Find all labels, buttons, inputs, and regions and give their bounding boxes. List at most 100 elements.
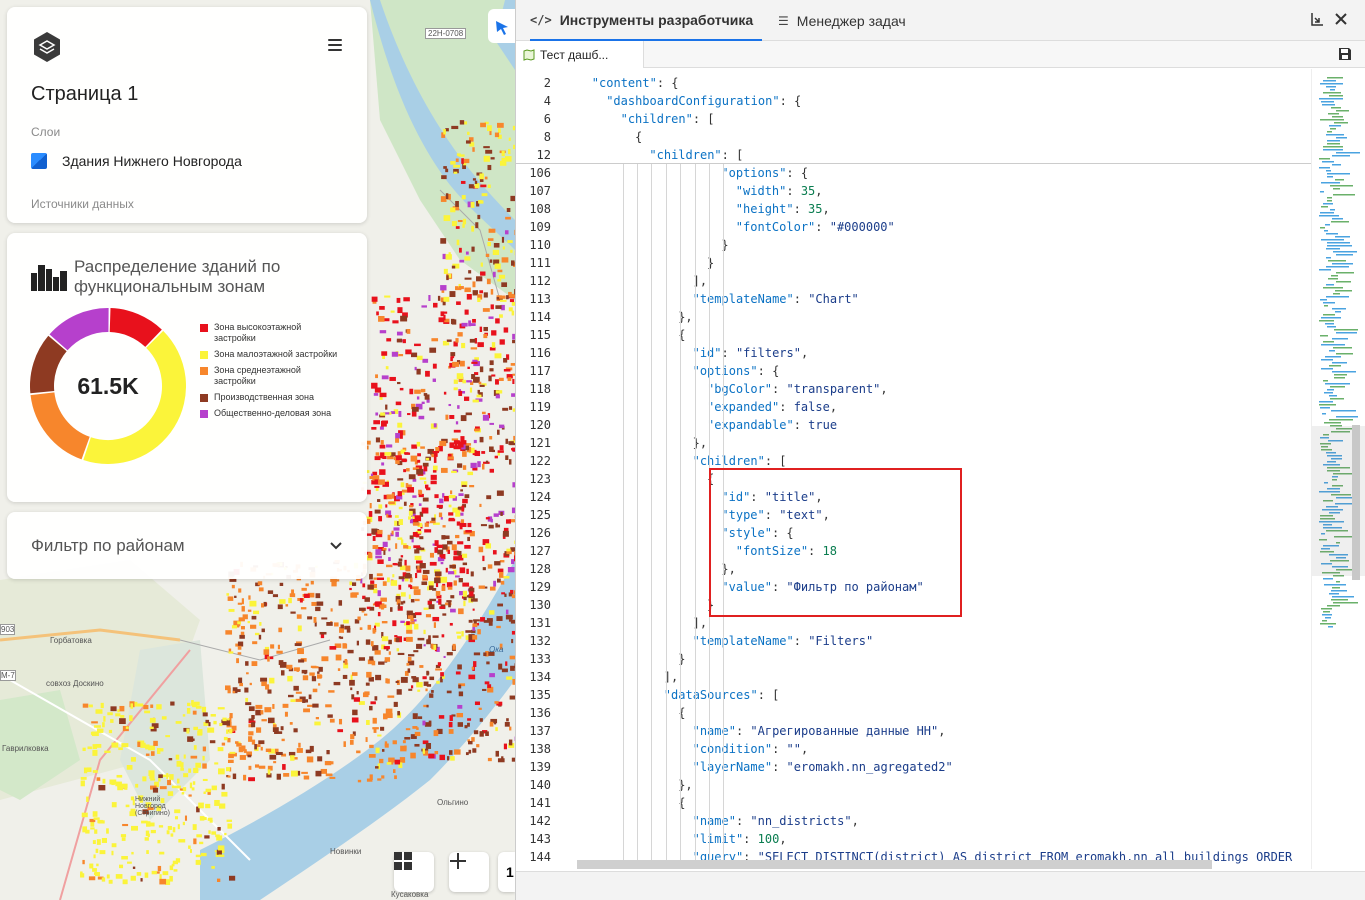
- code-line[interactable]: 133}: [516, 650, 1311, 668]
- file-tab-label: Тест дашб...: [540, 47, 609, 62]
- file-tab[interactable]: Тест дашб...: [516, 41, 644, 68]
- code-line[interactable]: 121},: [516, 434, 1311, 452]
- code-line[interactable]: 111}: [516, 254, 1311, 272]
- code-text: "dashboardConfiguration": {: [606, 94, 802, 108]
- code-line[interactable]: 12 "children": [: [516, 146, 1311, 164]
- code-line[interactable]: 112],: [516, 272, 1311, 290]
- data-sources-label[interactable]: Источники данных: [31, 197, 134, 211]
- code-line[interactable]: 132 "templateName": "Filters": [516, 632, 1311, 650]
- code-text: "options": {: [692, 364, 780, 378]
- line-number: 127: [529, 544, 551, 558]
- chevron-down-icon[interactable]: [330, 539, 342, 551]
- chart-title: Распределение зданий по функциональным з…: [74, 257, 281, 296]
- code-text: "bgColor": "transparent",: [707, 382, 888, 396]
- horizontal-scrollbar[interactable]: [577, 860, 1212, 869]
- line-number: 139: [529, 760, 551, 774]
- line-number: 134: [529, 670, 551, 684]
- line-number: 117: [529, 364, 551, 378]
- code-line[interactable]: 108 "height": 35,: [516, 200, 1311, 218]
- code-icon: </>: [530, 12, 552, 27]
- sticky-scroll-header[interactable]: 2 "content": {4 "dashboardConfiguration": …: [516, 69, 1311, 164]
- line-number: 122: [529, 454, 551, 468]
- zoom-in-button[interactable]: [449, 852, 489, 892]
- chart-legend: Зона высокоэтажной застройки Зона малоэта…: [200, 322, 340, 424]
- code-line[interactable]: 114},: [516, 308, 1311, 326]
- legend-label: Зона высокоэтажной застройки: [214, 322, 302, 343]
- legend-item[interactable]: Зона малоэтажной застройки: [200, 349, 340, 360]
- place-label: Горбатовка: [50, 636, 92, 645]
- line-number: 6: [543, 112, 551, 126]
- highlight-annotation: [709, 468, 962, 617]
- line-number: 126: [529, 526, 551, 540]
- line-number: 132: [529, 634, 551, 648]
- devtools-tabbar: </> Инструменты разработчика ☰ Менеджер …: [516, 0, 1365, 41]
- code-line[interactable]: 134],: [516, 668, 1311, 686]
- indent-guide: [622, 164, 624, 869]
- code-line[interactable]: 136{: [516, 704, 1311, 722]
- place-label: Гаврилковка: [2, 744, 49, 753]
- code-line[interactable]: 138 "condition": "",: [516, 740, 1311, 758]
- line-number: 12: [536, 148, 551, 162]
- layers-grid-button[interactable]: [394, 852, 434, 892]
- line-number: 112: [529, 274, 551, 288]
- chart-panel: Распределение зданий по функциональным з…: [7, 233, 367, 502]
- code-line[interactable]: 120 "expandable": true: [516, 416, 1311, 434]
- code-line[interactable]: 137 "name": "Агрегированные данные НН",: [516, 722, 1311, 740]
- legend-item[interactable]: Зона высокоэтажной застройки: [200, 322, 340, 344]
- layer-item[interactable]: Здания Нижнего Новгорода: [31, 153, 242, 169]
- line-number: 135: [529, 688, 551, 702]
- code-line[interactable]: 110}: [516, 236, 1311, 254]
- code-line[interactable]: 118 "bgColor": "transparent",: [516, 380, 1311, 398]
- hamburger-menu-icon[interactable]: [328, 39, 342, 51]
- layer-color-icon: [31, 153, 47, 169]
- code-line[interactable]: 106 "options": {: [516, 164, 1311, 182]
- code-line[interactable]: 4 "dashboardConfiguration": {: [516, 92, 1311, 110]
- code-line[interactable]: 141{: [516, 794, 1311, 812]
- code-line[interactable]: 113 "templateName": "Chart": [516, 290, 1311, 308]
- road-label: 22Н-0708: [425, 28, 467, 39]
- place-label: совхоз Доскино: [46, 679, 104, 688]
- line-number: 108: [529, 202, 551, 216]
- code-line[interactable]: 6 "children": [: [516, 110, 1311, 128]
- filter-panel[interactable]: Фильтр по районам: [7, 512, 367, 579]
- code-line[interactable]: 8{: [516, 128, 1311, 146]
- legend-item[interactable]: Производственная зона: [200, 392, 340, 403]
- tab-devtools[interactable]: </> Инструменты разработчика: [530, 0, 762, 41]
- line-number: 106: [529, 166, 551, 180]
- save-icon[interactable]: [1339, 48, 1351, 60]
- vertical-scrollbar[interactable]: [1352, 425, 1360, 580]
- code-line[interactable]: 115{: [516, 326, 1311, 344]
- legend-label: Зона малоэтажной застройки: [214, 349, 338, 359]
- dock-icon[interactable]: [1310, 12, 1324, 32]
- line-number: 114: [529, 310, 551, 324]
- close-icon[interactable]: [1334, 12, 1348, 30]
- line-number: 120: [529, 418, 551, 432]
- legend-label: Общественно-деловая зона: [214, 408, 332, 418]
- code-line[interactable]: 116 "id": "filters",: [516, 344, 1311, 362]
- layers-label: Слои: [31, 125, 61, 139]
- code-line[interactable]: 142 "name": "nn_districts",: [516, 812, 1311, 830]
- code-line[interactable]: 140},: [516, 776, 1311, 794]
- indent-guide: [637, 164, 638, 869]
- legend-item[interactable]: Общественно-деловая зона: [200, 408, 340, 419]
- code-line[interactable]: 143 "limit": 100,: [516, 830, 1311, 848]
- code-editor[interactable]: 2 "content": {4 "dashboardConfiguration": …: [516, 69, 1311, 869]
- code-line[interactable]: 139 "layerName": "eromakh.nn_agregated2": [516, 758, 1311, 776]
- code-line[interactable]: 119 "expanded": false,: [516, 398, 1311, 416]
- code-line[interactable]: 117 "options": {: [516, 362, 1311, 380]
- legend-swatch: [200, 351, 208, 359]
- page-title: Страница 1: [31, 83, 139, 105]
- select-tool-button[interactable]: [488, 9, 515, 43]
- code-line[interactable]: 135 "dataSources": [: [516, 686, 1311, 704]
- tab-label: Инструменты разработчика: [559, 11, 754, 28]
- line-number: 130: [529, 598, 551, 612]
- code-line[interactable]: 107 "width": 35,: [516, 182, 1311, 200]
- tab-task-manager[interactable]: ☰ Менеджер задач: [778, 0, 906, 41]
- line-number: 143: [529, 832, 551, 846]
- code-text: "name": "nn_districts",: [692, 814, 859, 828]
- buildings-icon: [31, 265, 67, 291]
- code-line[interactable]: 109 "fontColor": "#000000": [516, 218, 1311, 236]
- code-line[interactable]: 2 "content": {: [516, 74, 1311, 92]
- legend-swatch: [200, 367, 208, 375]
- legend-item[interactable]: Зона среднеэтажной застройки: [200, 365, 340, 387]
